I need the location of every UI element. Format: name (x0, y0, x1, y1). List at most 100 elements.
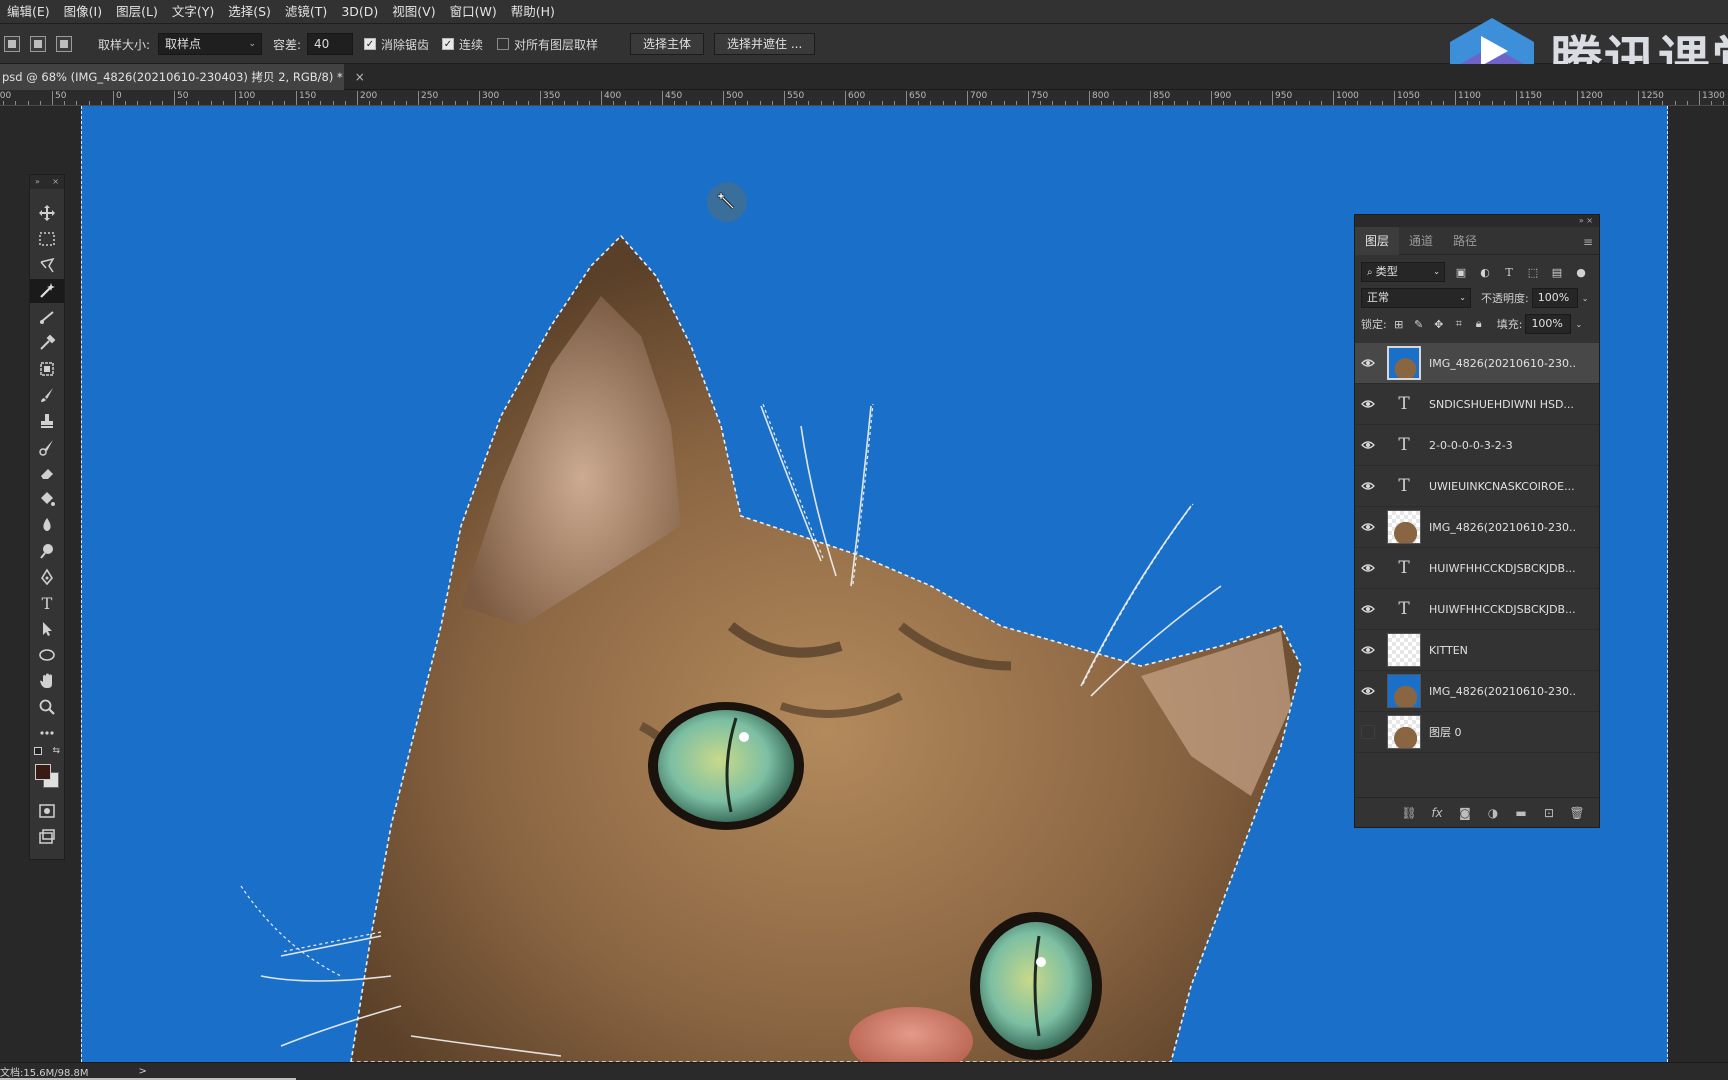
close-icon[interactable]: × (355, 70, 365, 84)
layer-filter-dropdown[interactable]: ⌕ 类型 ⌄ (1361, 262, 1445, 282)
visibility-eye-icon[interactable] (1355, 358, 1381, 368)
stamp-icon[interactable] (30, 409, 64, 433)
new-layer-icon[interactable]: ⊡ (1541, 806, 1557, 820)
tab-layers[interactable]: 图层 (1355, 226, 1400, 255)
screen-mode-icon[interactable] (30, 825, 64, 849)
contiguous-checkbox[interactable]: ✓ 连续 (442, 24, 483, 64)
path-select-icon[interactable] (30, 617, 64, 641)
hand-icon[interactable] (30, 669, 64, 693)
more-icon[interactable] (30, 721, 64, 745)
layer-row[interactable]: T 2-0-0-0-0-3-2-3 (1355, 425, 1599, 466)
chevron-right-icon[interactable]: > (139, 1066, 147, 1077)
lock-artboard-icon[interactable]: ⌗ (1451, 317, 1467, 331)
visibility-eye-icon[interactable] (1355, 481, 1381, 491)
menu-item[interactable]: 滤镜(T) (278, 0, 334, 24)
folder-icon[interactable]: ▬ (1513, 806, 1529, 820)
blur-icon[interactable] (30, 513, 64, 537)
tab-paths[interactable]: 路径 (1443, 227, 1487, 255)
menu-item[interactable]: 图像(I) (57, 0, 109, 24)
swap-colors-icon[interactable]: ⇆ (34, 747, 60, 761)
layers-panel-header[interactable]: » × (1355, 215, 1599, 227)
layer-row[interactable]: T HUIWFHHCCKDJSBCKJDB... (1355, 589, 1599, 630)
eraser-icon[interactable] (30, 461, 64, 485)
visibility-eye-icon[interactable] (1355, 563, 1381, 573)
tab-channels[interactable]: 通道 (1399, 227, 1443, 255)
menu-item[interactable]: 图层(L) (109, 0, 165, 24)
sample-all-layers-checkbox[interactable]: ✓对所有图层取样 (497, 24, 598, 64)
tolerance-input[interactable]: 40 (307, 33, 353, 55)
adjustment-icon[interactable]: ◑ (1485, 806, 1501, 820)
paint-bucket-icon[interactable] (30, 487, 64, 511)
visibility-eye-icon[interactable] (1355, 604, 1381, 614)
lock-position-icon[interactable]: ✥ (1431, 317, 1447, 331)
healing-icon[interactable] (30, 357, 64, 381)
crop-icon[interactable] (30, 305, 64, 329)
trash-icon[interactable]: 🗑︎ (1569, 806, 1585, 820)
visibility-eye-icon[interactable] (1355, 645, 1381, 655)
menu-item[interactable]: 视图(V) (385, 0, 442, 24)
filter-pixel-icon[interactable]: ▣ (1453, 265, 1469, 279)
mask-icon[interactable]: ◙ (1457, 806, 1473, 820)
ruler-minor-tick (1345, 101, 1347, 105)
brush-icon[interactable] (30, 383, 64, 407)
layer-row[interactable]: IMG_4826(20210610-230... (1355, 507, 1599, 548)
foreground-color-swatch[interactable] (35, 764, 51, 780)
filter-smart-object-icon[interactable]: ▤ (1549, 265, 1565, 279)
layer-row[interactable]: T SNDICSHUEHDIWNI HSD... (1355, 384, 1599, 425)
visibility-eye-icon[interactable] (1355, 399, 1381, 409)
marquee-icon[interactable] (30, 227, 64, 251)
color-swatches[interactable] (34, 763, 62, 791)
document-tab[interactable]: psd @ 68% (IMG_4826(20210610-230403) 拷贝 … (0, 64, 365, 90)
menu-item[interactable]: 选择(S) (221, 0, 278, 24)
layer-row[interactable]: T HUIWFHHCCKDJSBCKJDB... (1355, 548, 1599, 589)
select-subject-button[interactable]: 选择主体 (630, 33, 705, 55)
link-icon[interactable]: ⛓ (1401, 806, 1417, 820)
selection-mode-add[interactable] (30, 24, 46, 64)
opacity-input[interactable]: 100% (1531, 288, 1578, 308)
lock-image-icon[interactable]: ✎ (1411, 317, 1427, 331)
layer-row[interactable]: IMG_4826(20210610-230... (1355, 671, 1599, 712)
magic-wand-icon[interactable] (30, 279, 64, 303)
chevron-down-icon[interactable]: ⌄ (1575, 320, 1582, 329)
visibility-eye-icon[interactable] (1355, 725, 1381, 739)
eyedropper-icon[interactable] (30, 331, 64, 355)
layer-row[interactable]: T UWIEUINKCNASKCOIROE... (1355, 466, 1599, 507)
visibility-eye-icon[interactable] (1355, 522, 1381, 532)
lock-transparency-icon[interactable]: ⊞ (1391, 317, 1407, 331)
quick-mask-icon[interactable] (30, 799, 64, 823)
layer-row[interactable]: IMG_4826(20210610-230... (1355, 343, 1599, 384)
chevron-down-icon[interactable]: ⌄ (1582, 294, 1589, 303)
layer-row[interactable]: 图层 0 (1355, 712, 1599, 753)
fx-icon[interactable]: fx (1429, 806, 1445, 820)
menu-item[interactable]: 3D(D) (334, 0, 385, 24)
filter-shape-icon[interactable]: ⬚ (1525, 265, 1541, 279)
type-icon[interactable]: T (30, 591, 64, 615)
selection-mode-subtract[interactable] (56, 24, 72, 64)
filter-toggle-icon[interactable]: ● (1573, 265, 1589, 279)
filter-adjustment-icon[interactable]: ◐ (1477, 265, 1493, 279)
blend-mode-dropdown[interactable]: 正常 ⌄ (1361, 288, 1471, 308)
layer-row[interactable]: KITTEN (1355, 630, 1599, 671)
selection-mode-new[interactable] (4, 24, 20, 64)
filter-type-icon[interactable]: T (1501, 265, 1517, 279)
tools-panel-header[interactable]: » × (30, 175, 64, 189)
zoom-icon[interactable] (30, 695, 64, 719)
move-icon[interactable] (30, 201, 64, 225)
pen-icon[interactable] (30, 565, 64, 589)
dodge-icon[interactable] (30, 539, 64, 563)
sample-size-dropdown[interactable]: 取样点 ⌄ (158, 33, 262, 55)
ellipse-icon[interactable] (30, 643, 64, 667)
visibility-eye-icon[interactable] (1355, 686, 1381, 696)
history-brush-icon[interactable] (30, 435, 64, 459)
menu-item[interactable]: 帮助(H) (504, 0, 562, 24)
visibility-eye-icon[interactable] (1355, 440, 1381, 450)
fill-input[interactable]: 100% (1525, 314, 1572, 334)
anti-alias-checkbox[interactable]: ✓ 消除锯齿 (364, 24, 429, 64)
select-and-mask-button[interactable]: 选择并遮住 ... (714, 33, 816, 55)
panel-menu-icon[interactable]: ≡ (1583, 235, 1593, 249)
menu-item[interactable]: 编辑(E) (0, 0, 57, 24)
menu-item[interactable]: 文字(Y) (165, 0, 221, 24)
lock-all-icon[interactable]: 🔒︎ (1471, 317, 1487, 331)
lasso-icon[interactable] (30, 253, 64, 277)
menu-item[interactable]: 窗口(W) (443, 0, 504, 24)
